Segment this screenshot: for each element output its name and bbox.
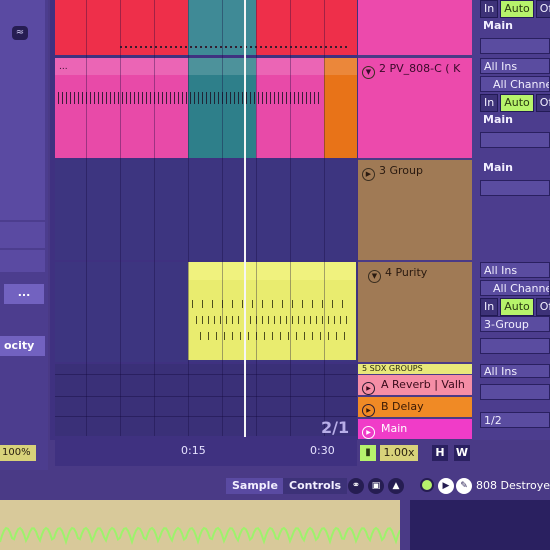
sidebar: ≈ ... ocity 100% (0, 0, 48, 470)
grid-line (154, 0, 155, 436)
return-track-a[interactable]: ▶ A Reverb | Valh (358, 375, 472, 395)
sample-waveform-panel[interactable] (0, 500, 400, 550)
fold-icon[interactable]: ▶ (362, 168, 375, 181)
grid-line (120, 0, 121, 436)
main-track[interactable]: ▶ Main (358, 419, 472, 439)
monitor-row: InAutoOf (480, 94, 550, 112)
track-header-3[interactable]: ▶ 3 Group (358, 160, 472, 260)
monitor-row: InAutoOf (480, 298, 550, 316)
monitor-row: InAutoOf (480, 0, 550, 18)
play-device-icon[interactable]: ▶ (438, 478, 454, 494)
grid-line (256, 0, 257, 436)
waveform-toggle-icon[interactable]: ▮ (360, 445, 376, 461)
lane-divider-3 (55, 416, 357, 417)
monitor-in-button[interactable]: In (480, 0, 499, 18)
monitor-off-button[interactable]: Of (535, 298, 550, 316)
monitor-in-button[interactable]: In (480, 94, 499, 112)
time-marker-15: 0:15 (181, 444, 206, 457)
input-type-select[interactable]: All Ins (480, 364, 550, 378)
monitor-off-button[interactable]: Of (535, 0, 550, 18)
clip-label-dots: ... (59, 62, 68, 72)
input-type-select[interactable]: All Ins (480, 262, 550, 278)
lane-group (55, 160, 357, 260)
play-icon[interactable]: ▶ (362, 426, 375, 439)
sidebar-panel-2 (0, 222, 45, 248)
clip-yellow-header (188, 262, 356, 280)
velocity-label: ocity (0, 336, 45, 356)
track-header-1[interactable] (358, 0, 472, 55)
track-header-4[interactable]: ▼ 4 Purity (358, 262, 472, 362)
input-channel-select[interactable]: All Channe (480, 280, 550, 296)
track-name: 3 Group (379, 164, 423, 177)
io-track-4: All Ins All Channe InAutoOf 3-Group (476, 262, 550, 356)
io-track-3: Main (476, 160, 550, 198)
output-label: Main (483, 19, 513, 32)
monitor-auto-button[interactable]: Auto (500, 298, 534, 316)
midi-notes-pink (58, 92, 320, 104)
lane-divider-2 (55, 396, 357, 397)
browser-icon[interactable]: ≈ (12, 26, 28, 40)
track-name: 2 PV_808-C ( K (379, 62, 461, 75)
return-name: A Reverb | Valh (381, 378, 465, 391)
output-select[interactable] (480, 132, 550, 148)
output-label: Main (483, 113, 513, 126)
input-channel-select[interactable]: All Channe (480, 76, 550, 92)
device-name: 808 Destroye (476, 479, 550, 492)
grid-line (188, 0, 189, 436)
sample-tab[interactable]: Sample (226, 478, 284, 494)
link-icon[interactable]: ⚭ (348, 478, 364, 494)
io-track-5: All Ins 1/2 (476, 364, 550, 430)
io-track-2: All Ins All Channe InAutoOf Main (476, 58, 550, 150)
save-icon[interactable]: ▣ (368, 478, 384, 494)
sidebar-panel-3 (0, 250, 45, 272)
io-track-1: InAutoOf Main (476, 0, 550, 56)
monitor-off-button[interactable]: Of (535, 94, 550, 112)
grid-line (222, 0, 223, 436)
output-label: Main (483, 161, 513, 174)
device-on-icon[interactable] (420, 478, 434, 492)
clip-header-strip (55, 58, 357, 75)
grid-line (86, 0, 87, 436)
output-select[interactable] (480, 38, 550, 54)
page-indicator: 2/1 (321, 418, 350, 437)
fold-icon[interactable]: ▼ (362, 66, 375, 79)
track-header-2[interactable]: ▼ 2 PV_808-C ( K (358, 58, 472, 158)
return-name: Main (381, 422, 408, 435)
grid-line (290, 0, 291, 436)
tempo-factor[interactable]: 1.00x (380, 445, 418, 461)
io-select-2[interactable] (480, 384, 550, 400)
track-name: 4 Purity (385, 266, 428, 279)
monitor-in-button[interactable]: In (480, 298, 499, 316)
controls-tab[interactable]: Controls (283, 478, 348, 494)
return-name: B Delay (381, 400, 424, 413)
play-icon[interactable]: ▶ (362, 404, 375, 417)
monitor-auto-button[interactable]: Auto (500, 0, 534, 18)
lane-divider-1 (55, 374, 357, 375)
wrench-icon[interactable]: ✎ (456, 478, 472, 494)
output-select[interactable]: 3-Group (480, 316, 550, 332)
grid-line (324, 0, 325, 436)
midi-notes-yellow-2 (196, 316, 352, 324)
w-button[interactable]: W (454, 445, 470, 461)
ratio-select[interactable]: 1/2 (480, 412, 550, 428)
input-type-select[interactable]: All Ins (480, 58, 550, 74)
zoom-readout[interactable]: 100% (0, 445, 36, 461)
fold-icon[interactable]: ▼ (368, 270, 381, 283)
waveform-icon (0, 526, 400, 546)
h-button[interactable]: H (432, 445, 448, 461)
monitor-auto-button[interactable]: Auto (500, 94, 534, 112)
device-panel (410, 500, 550, 550)
track-name: 5 SDX GROUPS (362, 364, 423, 373)
output-select[interactable] (480, 180, 550, 196)
playhead[interactable] (244, 0, 246, 437)
midi-notes-yellow-1 (192, 300, 352, 308)
return-track-b[interactable]: ▶ B Delay (358, 397, 472, 417)
more-button[interactable]: ... (4, 284, 44, 304)
track-header-5[interactable]: 5 SDX GROUPS (358, 364, 472, 374)
lock-icon[interactable]: ▲ (388, 478, 404, 494)
time-marker-30: 0:30 (310, 444, 335, 457)
play-icon[interactable]: ▶ (362, 382, 375, 395)
output-sub-select[interactable] (480, 338, 550, 354)
